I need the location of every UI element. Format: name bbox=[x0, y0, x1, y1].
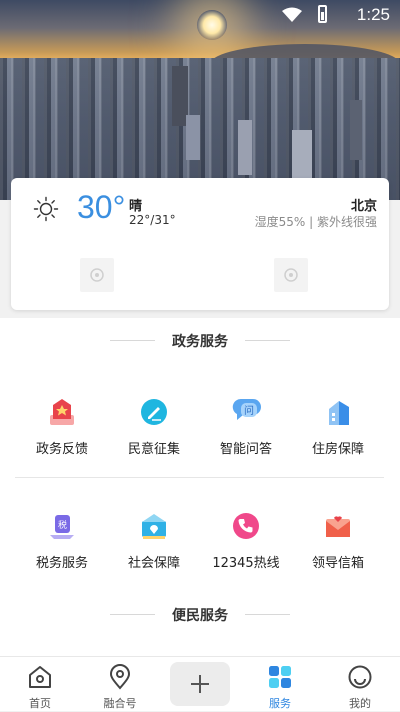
temperature-range: 22°/31° bbox=[129, 213, 176, 227]
location-pin-icon bbox=[109, 664, 131, 690]
nav-services[interactable]: 服务 bbox=[240, 657, 320, 712]
smart-qa-icon: 问 bbox=[232, 398, 261, 420]
hotline-phone-icon bbox=[233, 513, 259, 539]
service-label: 政务反馈 bbox=[35, 442, 88, 457]
nav-add[interactable] bbox=[160, 657, 240, 712]
svg-text:税: 税 bbox=[58, 519, 67, 531]
opinion-collection-icon bbox=[141, 399, 167, 425]
temperature: 30° bbox=[77, 189, 126, 225]
weather-condition: 晴 bbox=[129, 199, 143, 214]
bottom-nav: 首页 融合号 服务 我的 bbox=[0, 656, 400, 711]
plus-icon bbox=[170, 662, 230, 706]
social-security-icon bbox=[142, 514, 166, 539]
home-icon bbox=[29, 666, 51, 688]
nav-home-label: 首页 bbox=[29, 697, 51, 710]
housing-security-icon bbox=[329, 401, 349, 425]
city-name: 北京 bbox=[350, 199, 377, 214]
service-social-security[interactable]: 社会保障 bbox=[104, 509, 204, 571]
services-panel: 政务服务 政务反馈 民意征集 问 智能问答 住房保障 税 税务服务 社会保障 1… bbox=[0, 318, 400, 656]
service-tax[interactable]: 税 税务服务 bbox=[12, 509, 112, 571]
service-label: 社会保障 bbox=[127, 556, 180, 571]
nav-services-label: 服务 bbox=[269, 697, 291, 710]
service-label: 12345热线 bbox=[212, 556, 280, 571]
service-opinion-collection[interactable]: 民意征集 bbox=[104, 395, 204, 457]
status-bar: 1:25 bbox=[0, 0, 400, 32]
service-smart-qa[interactable]: 问 智能问答 bbox=[196, 395, 296, 457]
gov-services-title: 政务服务 bbox=[0, 331, 400, 351]
service-housing-security[interactable]: 住房保障 bbox=[288, 395, 388, 457]
nav-mine-label: 我的 bbox=[349, 697, 371, 710]
nav-home[interactable]: 首页 bbox=[0, 657, 80, 712]
image-placeholder-icon bbox=[80, 258, 114, 292]
convenience-services-title: 便民服务 bbox=[0, 605, 400, 625]
government-feedback-icon bbox=[50, 399, 74, 425]
battery-icon bbox=[318, 5, 327, 23]
service-hotline[interactable]: 12345热线 bbox=[196, 509, 296, 571]
wifi-icon bbox=[282, 7, 302, 22]
service-label: 住房保障 bbox=[311, 442, 364, 457]
service-label: 智能问答 bbox=[219, 442, 272, 457]
grid-icon bbox=[269, 666, 291, 688]
service-leader-mailbox[interactable]: 领导信箱 bbox=[288, 509, 388, 571]
tax-service-icon: 税 bbox=[50, 515, 74, 539]
weather-detail: 湿度55% | 紫外线很强 bbox=[254, 215, 377, 229]
service-label: 税务服务 bbox=[35, 556, 88, 571]
status-time: 1:25 bbox=[356, 5, 390, 24]
divider bbox=[15, 477, 384, 478]
svg-text:问: 问 bbox=[244, 404, 254, 417]
nav-media[interactable]: 融合号 bbox=[80, 657, 160, 712]
image-placeholder-icon bbox=[274, 258, 308, 292]
weather-card[interactable]: 30° 晴 22°/31° 北京 湿度55% | 紫外线很强 bbox=[11, 178, 389, 310]
service-government-feedback[interactable]: 政务反馈 bbox=[12, 395, 112, 457]
sunny-icon bbox=[33, 196, 59, 222]
leader-mailbox-icon bbox=[326, 516, 350, 537]
nav-mine[interactable]: 我的 bbox=[320, 657, 400, 712]
service-label: 民意征集 bbox=[127, 442, 180, 457]
profile-icon bbox=[348, 665, 372, 689]
nav-media-label: 融合号 bbox=[103, 697, 137, 710]
service-label: 领导信箱 bbox=[311, 556, 364, 571]
